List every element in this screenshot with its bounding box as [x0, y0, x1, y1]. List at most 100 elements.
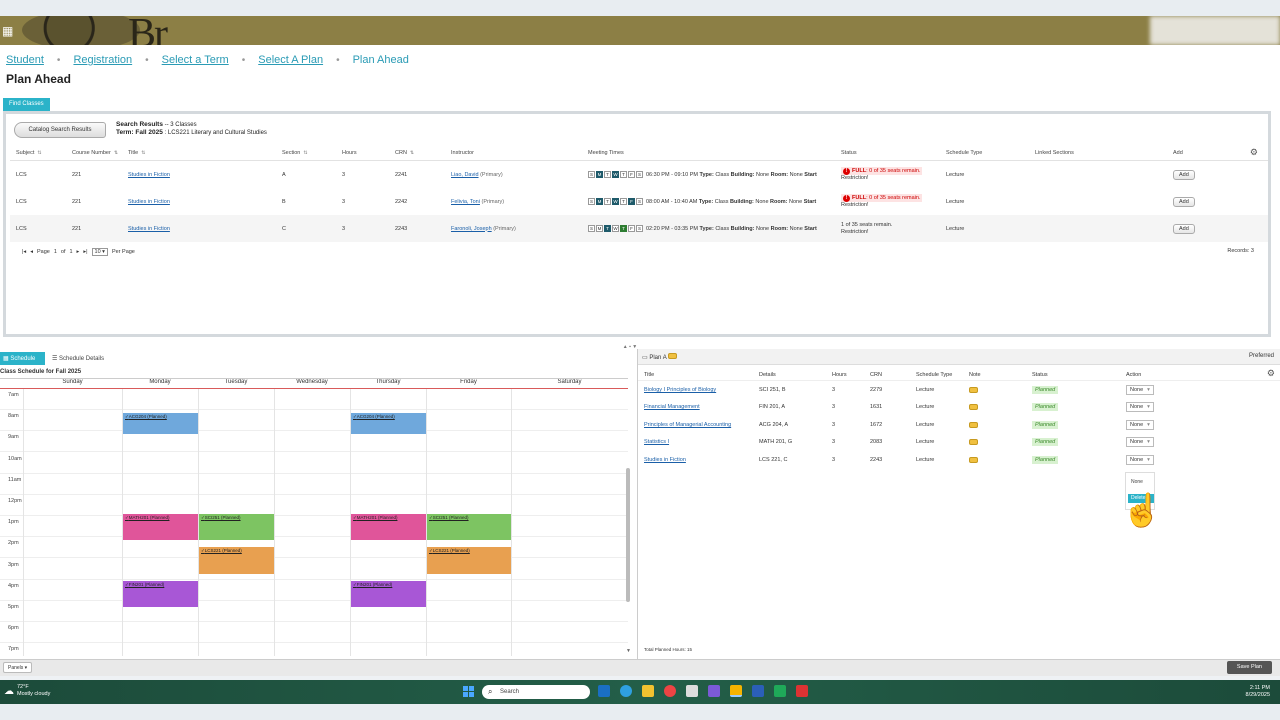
next-page-icon[interactable]: ▸	[77, 249, 80, 255]
calendar-event[interactable]: ✓LCS221 (Planned)	[199, 547, 274, 574]
event-label: FIN201 (Planned)	[128, 581, 165, 587]
meeting-time-range: 02:20 PM - 03:35 PM	[646, 226, 698, 232]
taskbar-search[interactable]: ⌕ Search	[482, 685, 590, 699]
action-select[interactable]: None ▾	[1126, 402, 1154, 413]
find-classes-tab[interactable]: Find Classes	[3, 98, 50, 111]
sort-icon[interactable]: ⇅	[141, 150, 145, 156]
breadcrumb-item[interactable]: Student	[6, 54, 44, 66]
course-title-link[interactable]: Studies in Fiction	[128, 226, 170, 232]
teams-icon[interactable]	[708, 685, 720, 697]
plan-course-title-link[interactable]: Principles of Managerial Accounting	[644, 422, 731, 428]
plan-cell: Statistics I	[644, 434, 669, 452]
plan-cell: 3	[832, 399, 835, 417]
plan-cell: Planned	[1032, 451, 1059, 469]
tab-schedule-details[interactable]: ☰ Schedule Details	[52, 355, 104, 362]
note-icon[interactable]	[969, 421, 978, 428]
sort-icon[interactable]: ⇅	[114, 150, 118, 156]
course-title-link[interactable]: Studies in Fiction	[128, 172, 170, 178]
add-button[interactable]: Add	[1173, 196, 1195, 207]
prev-page-icon[interactable]: ◂	[30, 249, 33, 255]
subject-value: LCS	[16, 198, 27, 205]
column-header[interactable]: Title ⇅	[128, 145, 276, 160]
dropdown-option-none[interactable]: None	[1131, 479, 1143, 485]
calendar-event[interactable]: ✓SCI251 (Planned)	[427, 513, 511, 541]
breadcrumb-item[interactable]: Select a Term	[162, 54, 229, 66]
column-header[interactable]: CRN ⇅	[395, 145, 445, 160]
calendar-event[interactable]: ✓FIN201 (Planned)	[351, 580, 426, 608]
plan-course-title-link[interactable]: Statistics I	[644, 439, 669, 445]
catalog-search-results-button[interactable]: Catalog Search Results	[14, 122, 106, 138]
panels-button[interactable]: Panels ▾	[3, 662, 33, 673]
course-title-link[interactable]: Studies in Fiction	[128, 199, 170, 205]
edge-icon[interactable]	[620, 685, 632, 697]
column-header[interactable]: Schedule Type	[946, 145, 1029, 160]
windows-start-icon[interactable]	[463, 686, 474, 697]
camtasia-icon[interactable]	[774, 685, 786, 697]
column-header[interactable]: Meeting Times	[588, 145, 835, 160]
calendar-app-icon[interactable]	[686, 685, 698, 697]
event-label: ACG204 (Planned)	[356, 414, 395, 420]
tab-schedule[interactable]: ▦ Schedule	[0, 352, 46, 365]
chrome-icon[interactable]	[664, 685, 676, 697]
instructor-link[interactable]: Liao, David	[451, 172, 479, 178]
recorder-icon[interactable]	[796, 685, 808, 697]
column-header[interactable]: Linked Sections	[1035, 145, 1167, 160]
word-icon[interactable]	[752, 685, 764, 697]
save-plan-button[interactable]: Save Plan	[1226, 661, 1272, 674]
column-header[interactable]: Section ⇅	[282, 145, 336, 160]
note-icon[interactable]	[969, 386, 978, 393]
sticky-notes-icon[interactable]	[730, 685, 742, 697]
plan-cell	[969, 434, 978, 452]
plan-course-title-link[interactable]: Biology I Principles of Biology	[644, 387, 716, 393]
taskbar-clock[interactable]: 2:11 PM 8/29/2025	[1246, 685, 1270, 699]
column-header[interactable]: Instructor	[451, 145, 582, 160]
scroll-down-icon[interactable]: ▼	[626, 648, 631, 654]
sort-icon[interactable]: ⇅	[37, 150, 41, 156]
event-label: MATH201 (Planned)	[356, 514, 398, 520]
gear-icon[interactable]: ⚙	[1250, 147, 1258, 158]
outlook-icon[interactable]	[598, 685, 610, 697]
breadcrumb-item[interactable]: Select A Plan	[258, 54, 323, 66]
column-header[interactable]: Hours	[342, 145, 389, 160]
per-page-select[interactable]: 10 ▾	[91, 248, 108, 256]
action-select[interactable]: None ▾	[1126, 419, 1154, 430]
add-button[interactable]: Add	[1173, 223, 1195, 234]
calendar-event[interactable]: ✓ACG204 (Planned)	[351, 413, 426, 435]
event-label: LCS221 (Planned)	[432, 548, 470, 554]
column-header[interactable]: Course Number ⇅	[72, 145, 122, 160]
first-page-icon[interactable]: |◂	[22, 249, 26, 255]
calendar-event[interactable]: ✓MATH201 (Planned)	[123, 513, 198, 541]
note-icon[interactable]	[668, 353, 678, 359]
note-icon[interactable]	[969, 456, 978, 463]
calendar-event[interactable]: ✓FIN201 (Planned)	[123, 580, 198, 608]
calendar-event[interactable]: ✓ACG204 (Planned)	[123, 413, 198, 435]
calendar-event[interactable]: ✓SCI251 (Planned)	[199, 513, 274, 541]
action-select[interactable]: None ▾	[1126, 384, 1154, 395]
note-icon[interactable]	[969, 404, 978, 411]
instructor-link[interactable]: Faronoli, Joseph	[451, 226, 492, 232]
plan-crn: 2243	[870, 456, 883, 463]
action-select[interactable]: None ▾	[1126, 437, 1154, 448]
column-header[interactable]: Add	[1173, 145, 1253, 160]
weather-widget[interactable]: ☁ 72°F Mostly cloudy	[4, 684, 50, 698]
plan-course-title-link[interactable]: Studies in Fiction	[644, 457, 686, 463]
breadcrumb-item[interactable]: Registration	[73, 54, 132, 66]
last-page-icon[interactable]: ▸|	[83, 249, 87, 255]
calendar-scrollbar[interactable]	[626, 468, 630, 602]
schedule-type-value: Lecture	[946, 225, 965, 232]
instructor-link[interactable]: Felivia, Toni	[451, 199, 480, 205]
hour-row	[0, 495, 628, 516]
action-select[interactable]: None ▾	[1126, 454, 1154, 465]
file-explorer-icon[interactable]	[642, 685, 654, 697]
apps-grid-icon[interactable]: ▦	[2, 24, 13, 38]
plan-course-title-link[interactable]: Financial Management	[644, 404, 700, 410]
sort-icon[interactable]: ⇅	[303, 150, 307, 156]
column-header[interactable]: Subject ⇅	[16, 145, 66, 160]
add-button[interactable]: Add	[1173, 169, 1195, 180]
page-number[interactable]: 1	[54, 249, 57, 255]
sort-icon[interactable]: ⇅	[410, 150, 414, 156]
note-icon[interactable]	[969, 439, 978, 446]
calendar-event[interactable]: ✓LCS221 (Planned)	[427, 547, 511, 574]
column-header[interactable]: Status	[841, 145, 940, 160]
calendar-event[interactable]: ✓MATH201 (Planned)	[351, 513, 426, 541]
